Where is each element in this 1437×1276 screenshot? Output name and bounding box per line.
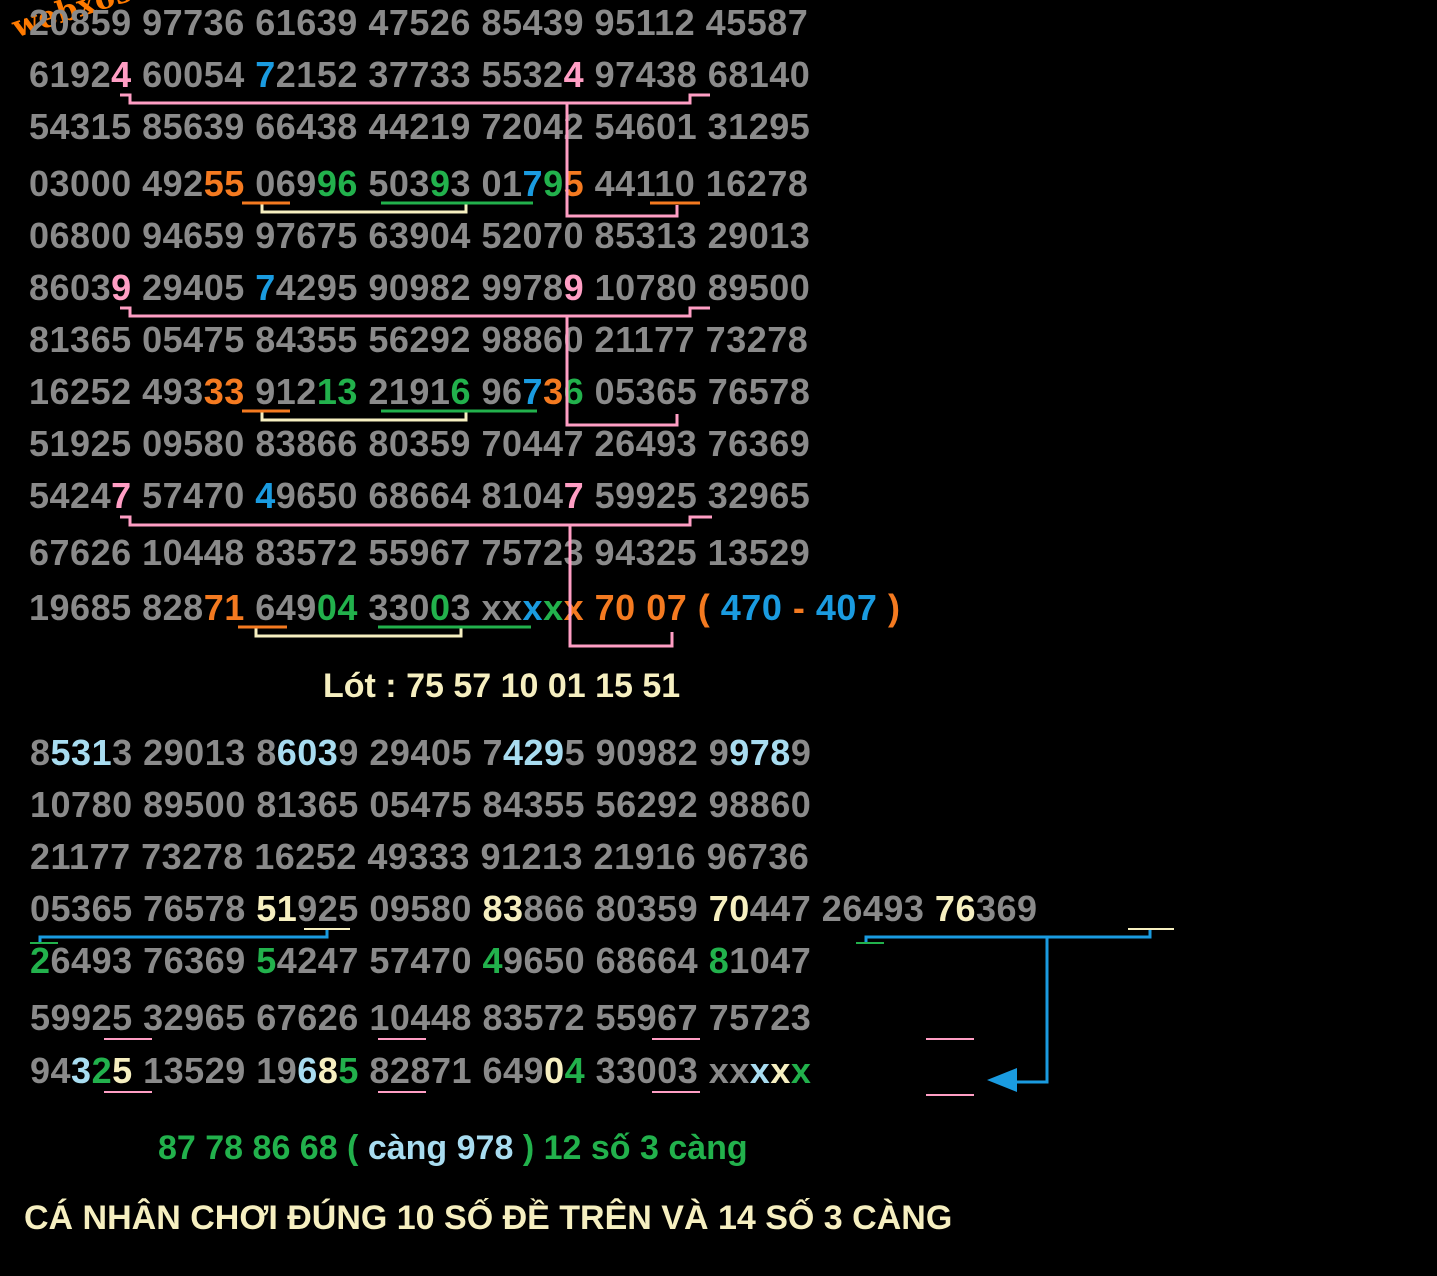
blue-bracket [1010,937,1049,1084]
pink-bracket [120,306,710,318]
pink-bracket [568,525,674,648]
pink-bracket [120,515,712,527]
pink-bracket [120,93,710,105]
connector-lines [30,93,1174,1096]
pink-bracket [565,316,679,427]
pink-bracket [565,103,679,218]
blue-bracket [864,929,1152,944]
blue-arrow-head [987,1068,1017,1092]
cream-bracket [254,628,463,638]
cream-bracket [260,412,468,422]
cream-bracket [260,204,468,214]
blue-bracket [38,929,329,944]
